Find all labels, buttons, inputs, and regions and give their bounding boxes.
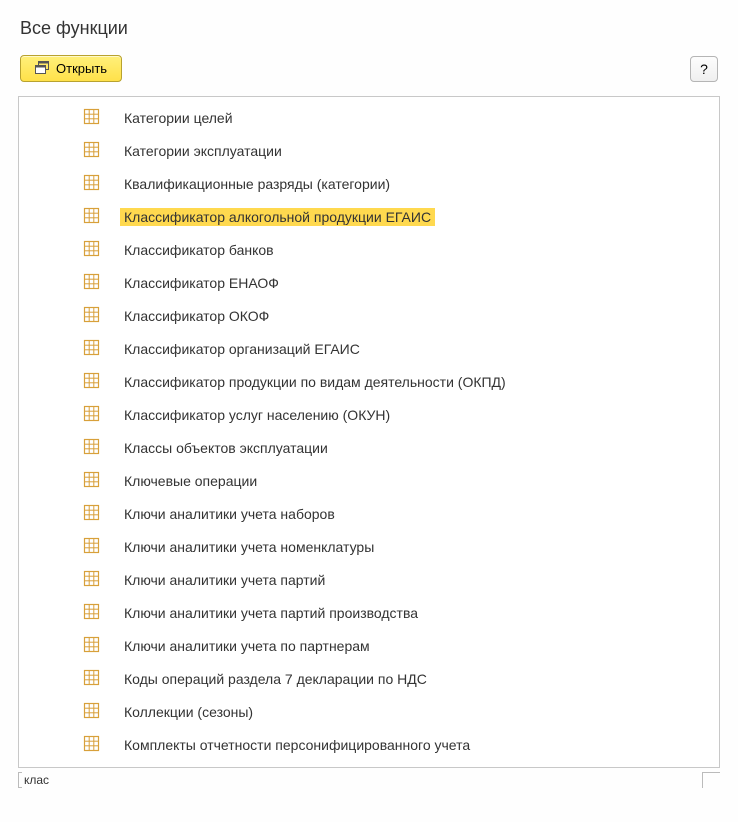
- tree-item-label: Классификатор алкогольной продукции ЕГАИ…: [120, 208, 435, 226]
- tree-item[interactable]: Категории эксплуатации: [83, 134, 719, 167]
- tree-item[interactable]: Комплекты финансовых отчетов: [83, 761, 719, 768]
- toolbar: Открыть ?: [18, 55, 720, 82]
- tree-item-label: Классификатор банков: [120, 241, 278, 259]
- table-icon: [83, 570, 100, 590]
- tree-item-label: Категории эксплуатации: [120, 142, 286, 160]
- open-button-label: Открыть: [56, 61, 107, 76]
- tree-item[interactable]: Ключевые операции: [83, 464, 719, 497]
- tree-item[interactable]: Классы объектов эксплуатации: [83, 431, 719, 464]
- table-icon: [83, 603, 100, 623]
- table-icon: [83, 207, 100, 227]
- table-icon: [83, 405, 100, 425]
- function-tree: Категории целей Категории эксплуатации К…: [19, 97, 719, 768]
- tree-item[interactable]: Комплекты отчетности персонифицированног…: [83, 728, 719, 761]
- tree-item[interactable]: Квалификационные разряды (категории): [83, 167, 719, 200]
- page-title: Все функции: [20, 18, 720, 39]
- tree-item[interactable]: Классификатор услуг населению (ОКУН): [83, 398, 719, 431]
- tree-item[interactable]: Классификатор ЕНАОФ: [83, 266, 719, 299]
- table-icon: [83, 636, 100, 656]
- tree-item-label: Классы объектов эксплуатации: [120, 439, 332, 457]
- tree-item[interactable]: Категории целей: [83, 101, 719, 134]
- tree-item[interactable]: Классификатор алкогольной продукции ЕГАИ…: [83, 200, 719, 233]
- table-icon: [83, 504, 100, 524]
- tree-item-label: Ключи аналитики учета номенклатуры: [120, 538, 378, 556]
- table-icon: [83, 141, 100, 161]
- tree-item-label: Категории целей: [120, 109, 237, 127]
- table-icon: [83, 240, 100, 260]
- status-bar: клас: [18, 770, 720, 789]
- search-status-text: клас: [22, 773, 696, 787]
- tree-item-label: Коллекции (сезоны): [120, 703, 257, 721]
- tree-item-label: Ключевые операции: [120, 472, 261, 490]
- tree-item-label: Ключи аналитики учета партий производств…: [120, 604, 422, 622]
- tree-item[interactable]: Ключи аналитики учета номенклатуры: [83, 530, 719, 563]
- help-button[interactable]: ?: [690, 56, 718, 82]
- tree-item-label: Классификатор организаций ЕГАИС: [120, 340, 364, 358]
- table-icon: [83, 669, 100, 689]
- tree-item-label: Классификатор ОКОФ: [120, 307, 273, 325]
- table-icon: [83, 306, 100, 326]
- table-icon: [83, 702, 100, 722]
- tree-item-label: Ключи аналитики учета наборов: [120, 505, 339, 523]
- table-icon: [83, 471, 100, 491]
- tree-item[interactable]: Классификатор ОКОФ: [83, 299, 719, 332]
- tree-item[interactable]: Классификатор организаций ЕГАИС: [83, 332, 719, 365]
- tree-item-label: Ключи аналитики учета по партнерам: [120, 637, 374, 655]
- tree-item-label: Классификатор услуг населению (ОКУН): [120, 406, 394, 424]
- resize-handle[interactable]: [702, 772, 720, 788]
- tree-item[interactable]: Ключи аналитики учета наборов: [83, 497, 719, 530]
- open-window-icon: [35, 61, 49, 76]
- tree-item-label: Коды операций раздела 7 декларации по НД…: [120, 670, 431, 688]
- tree-item-label: Комплекты отчетности персонифицированног…: [120, 736, 474, 754]
- tree-item[interactable]: Ключи аналитики учета партий производств…: [83, 596, 719, 629]
- tree-item[interactable]: Классификатор банков: [83, 233, 719, 266]
- tree-item[interactable]: Коды операций раздела 7 декларации по НД…: [83, 662, 719, 695]
- tree-item-label: Квалификационные разряды (категории): [120, 175, 394, 193]
- table-icon: [83, 174, 100, 194]
- table-icon: [83, 438, 100, 458]
- tree-item-label: Классификатор продукции по видам деятель…: [120, 373, 510, 391]
- tree-item[interactable]: Ключи аналитики учета партий: [83, 563, 719, 596]
- function-list-container[interactable]: Категории целей Категории эксплуатации К…: [18, 96, 720, 768]
- open-button[interactable]: Открыть: [20, 55, 122, 82]
- tree-item[interactable]: Ключи аналитики учета по партнерам: [83, 629, 719, 662]
- table-icon: [83, 372, 100, 392]
- tree-item-label: Ключи аналитики учета партий: [120, 571, 329, 589]
- table-icon: [83, 273, 100, 293]
- table-icon: [83, 768, 100, 769]
- tree-item[interactable]: Классификатор продукции по видам деятель…: [83, 365, 719, 398]
- table-icon: [83, 339, 100, 359]
- tree-item-label: Классификатор ЕНАОФ: [120, 274, 283, 292]
- table-icon: [83, 735, 100, 755]
- tree-item[interactable]: Коллекции (сезоны): [83, 695, 719, 728]
- table-icon: [83, 537, 100, 557]
- table-icon: [83, 108, 100, 128]
